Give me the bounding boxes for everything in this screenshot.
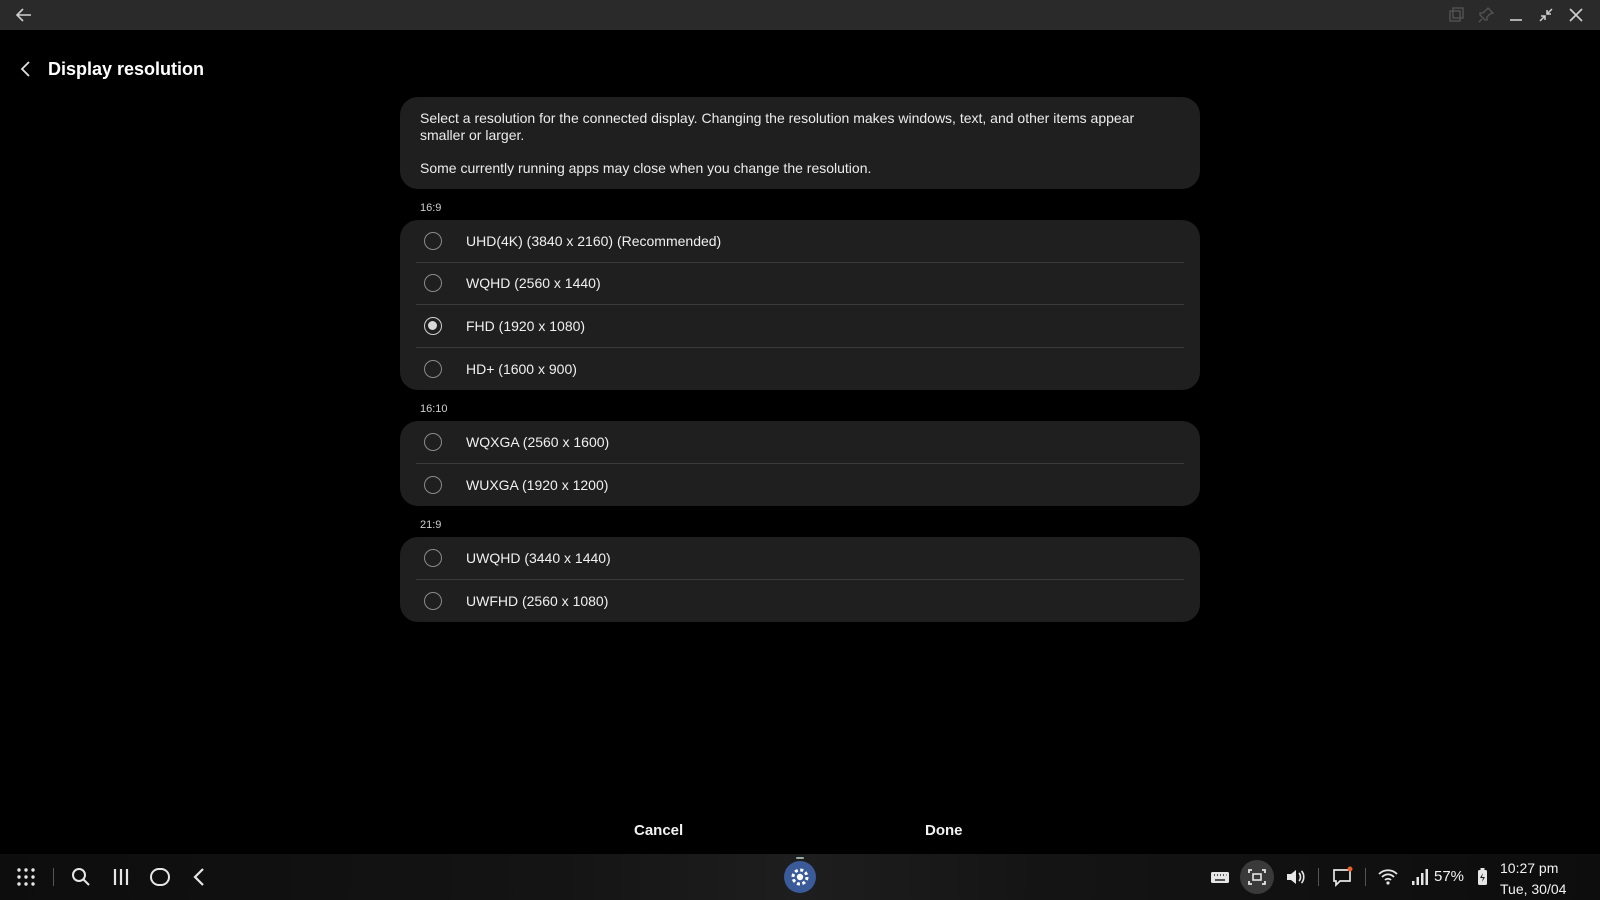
radio-button[interactable]	[424, 591, 442, 610]
chevron-left-icon[interactable]	[18, 58, 34, 80]
group-21-9: UWQHD (3440 x 1440) UWFHD (2560 x 1080)	[400, 537, 1200, 622]
close-icon[interactable]	[1566, 5, 1586, 25]
page-title: Display resolution	[48, 58, 205, 79]
settings-app-icon[interactable]	[784, 861, 816, 893]
window-controls	[1446, 5, 1586, 25]
minimize-icon[interactable]	[1506, 5, 1526, 25]
clock-time: 10:27 pm	[1500, 860, 1559, 876]
pin-icon[interactable]	[1476, 5, 1496, 25]
taskbar: 57% 10:27 pm Tue, 30/04	[0, 854, 1600, 900]
option-hd-plus[interactable]: HD+ (1600 x 900)	[416, 348, 1184, 391]
recent-apps-icon[interactable]	[109, 865, 133, 889]
group-label-16-9: 16:9	[420, 202, 442, 214]
home-icon[interactable]	[148, 865, 172, 889]
option-label: FHD (1920 x 1080)	[466, 317, 586, 334]
option-label: UHD(4K) (3840 x 2160) (Recommended)	[466, 232, 722, 249]
taskbar-divider	[1318, 868, 1319, 886]
radio-button[interactable]	[424, 548, 442, 567]
group-label-16-10: 16:10	[420, 403, 448, 415]
nav-back-icon[interactable]	[188, 865, 212, 889]
signal-icon	[1408, 865, 1432, 889]
option-uhd-4k[interactable]: UHD(4K) (3840 x 2160) (Recommended)	[416, 220, 1184, 263]
option-label: HD+ (1600 x 900)	[466, 360, 577, 377]
option-uwqhd[interactable]: UWQHD (3440 x 1440)	[416, 537, 1184, 580]
radio-button[interactable]	[424, 231, 442, 250]
done-button[interactable]: Done	[925, 822, 963, 839]
radio-button[interactable]	[424, 274, 442, 293]
info-warning: Some currently running apps may close wh…	[420, 160, 872, 176]
volume-icon[interactable]	[1283, 865, 1307, 889]
option-label: WUXGA (1920 x 1200)	[466, 476, 609, 493]
option-label: UWFHD (2560 x 1080)	[466, 592, 609, 609]
wifi-icon[interactable]	[1376, 865, 1400, 889]
cancel-button[interactable]: Cancel	[634, 822, 683, 839]
option-label: WQXGA (2560 x 1600)	[466, 433, 610, 450]
radio-button[interactable]	[424, 475, 442, 494]
option-wuxga[interactable]: WUXGA (1920 x 1200)	[416, 464, 1184, 507]
clock[interactable]: 10:27 pm Tue, 30/04	[1500, 858, 1590, 900]
active-app-indicator	[796, 857, 804, 859]
apps-grid-icon[interactable]	[14, 865, 38, 889]
info-description: Select a resolution for the connected di…	[420, 110, 1135, 143]
battery-percentage: 57%	[1434, 868, 1465, 885]
group-label-21-9: 21:9	[420, 519, 442, 531]
radio-button[interactable]	[424, 359, 442, 378]
window-titlebar	[0, 0, 1600, 30]
page-header: Display resolution	[18, 58, 204, 80]
taskbar-divider	[1365, 868, 1366, 886]
back-arrow-icon[interactable]	[14, 5, 34, 25]
option-fhd[interactable]: FHD (1920 x 1080)	[416, 305, 1184, 348]
clock-date: Tue, 30/04	[1500, 881, 1567, 897]
battery-icon	[1470, 865, 1494, 889]
option-uwfhd[interactable]: UWFHD (2560 x 1080)	[416, 580, 1184, 623]
resolution-settings: Select a resolution for the connected di…	[400, 97, 1200, 622]
option-label: WQHD (2560 x 1440)	[466, 275, 601, 292]
notification-icon[interactable]	[1330, 865, 1354, 889]
option-label: UWQHD (3440 x 1440)	[466, 549, 611, 566]
group-16-9: UHD(4K) (3840 x 2160) (Recommended) WQHD…	[400, 220, 1200, 390]
info-card: Select a resolution for the connected di…	[400, 97, 1200, 189]
screen-capture-icon[interactable]	[1245, 865, 1269, 889]
option-wqxga[interactable]: WQXGA (2560 x 1600)	[416, 421, 1184, 464]
keyboard-icon[interactable]	[1208, 865, 1232, 889]
radio-button-selected[interactable]	[424, 316, 442, 335]
group-16-10: WQXGA (2560 x 1600) WUXGA (1920 x 1200)	[400, 421, 1200, 506]
restore-icon[interactable]	[1536, 5, 1556, 25]
pop-up-view-icon[interactable]	[1446, 5, 1466, 25]
taskbar-divider	[53, 868, 54, 886]
option-wqhd[interactable]: WQHD (2560 x 1440)	[416, 263, 1184, 305]
search-icon[interactable]	[69, 865, 93, 889]
dialog-buttons: Cancel Done	[0, 818, 1600, 844]
radio-button[interactable]	[424, 432, 442, 451]
